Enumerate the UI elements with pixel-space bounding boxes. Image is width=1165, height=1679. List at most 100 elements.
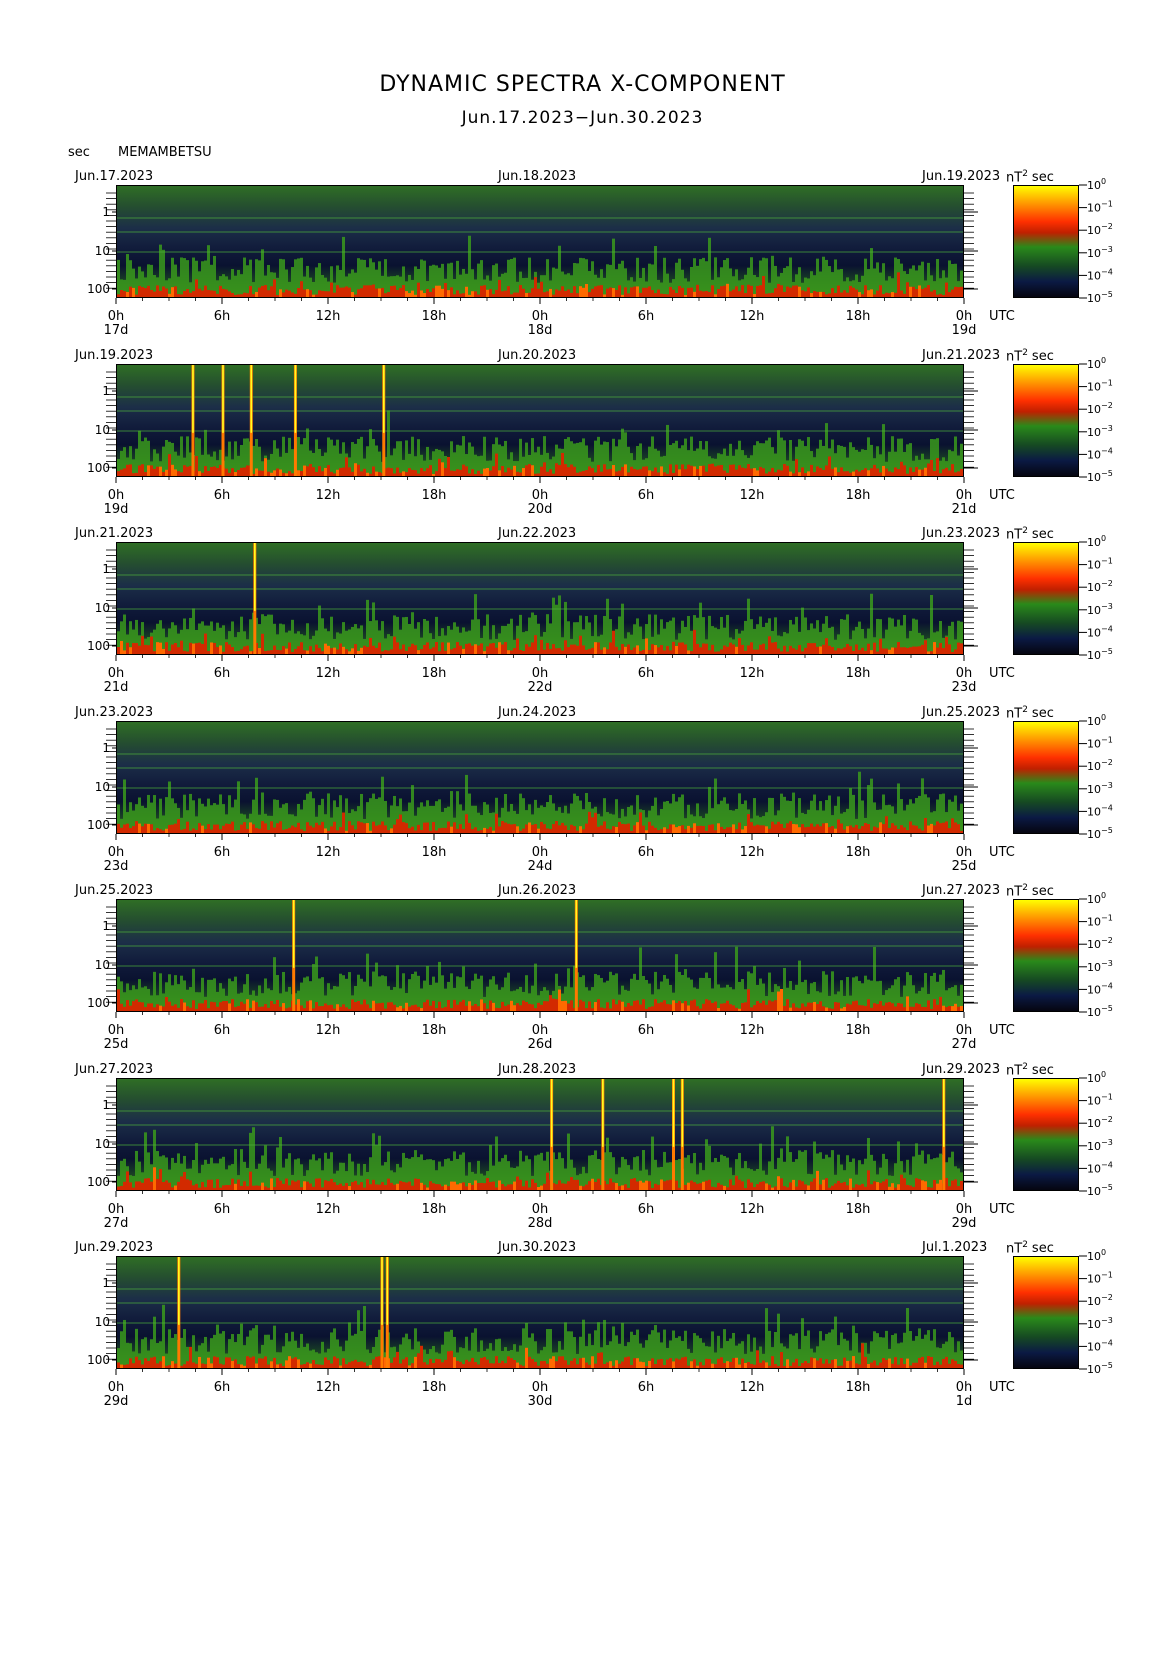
colorbar-tick-label: 10−5: [1087, 290, 1113, 305]
colorbar-tick-label: 100: [1087, 177, 1106, 192]
day-label: 25d: [104, 1037, 129, 1052]
colorbar-tick-exp: −1: [1101, 200, 1113, 209]
x-tick-label: 18h: [422, 1202, 447, 1217]
station-name: MEMAMBETSU: [118, 145, 212, 160]
day-label: 27d: [104, 1216, 129, 1231]
colorbar-tick-base: 10: [1087, 1072, 1101, 1085]
colorbar-tick-base: 10: [1087, 202, 1101, 215]
colorbar-tick-label: 10−4: [1087, 981, 1113, 996]
x-tick-label: 6h: [214, 1202, 231, 1217]
colorbar-tick-base: 10: [1087, 224, 1101, 237]
colorbar-tick-exp: −1: [1101, 1093, 1113, 1102]
colorbar-tick-base: 10: [1087, 604, 1101, 617]
colorbar-tick-exp: 0: [1101, 177, 1106, 186]
colorbar-tick-base: 10: [1087, 559, 1101, 572]
y-tick-label: 1: [102, 562, 110, 576]
colorbar-tick-exp: −5: [1101, 1183, 1113, 1192]
colorbar-tick-exp: 0: [1101, 1248, 1106, 1257]
colorbar-tick-base: 10: [1087, 358, 1101, 371]
colorbar-tick-exp: −3: [1101, 245, 1113, 254]
chart-subtitle: Jun.17.2023−Jun.30.2023: [461, 108, 704, 128]
colorbar-tick-base: 10: [1087, 247, 1101, 260]
colorbar-tick-label: 10−2: [1087, 401, 1113, 416]
colorbar-tick-base: 10: [1087, 179, 1101, 192]
colorbar-tick-label: 10−1: [1087, 736, 1113, 751]
colorbar-tick-base: 10: [1087, 581, 1101, 594]
colorbar-tick-exp: −4: [1101, 803, 1113, 812]
colorbar-tick-exp: 0: [1101, 534, 1106, 543]
y-tick-label: 100: [87, 461, 110, 475]
spectrogram-panel: Jun.17.2023 Jun.18.2023 Jun.19.2023 nT2 sec 1…: [0, 170, 1165, 350]
colorbar-tick-exp: 0: [1101, 356, 1106, 365]
x-tick-label: 6h: [638, 309, 655, 324]
colorbar-tick-label: 10−5: [1087, 826, 1113, 841]
y-tick-label: 10: [95, 1137, 110, 1151]
day-label: 30d: [528, 1394, 553, 1409]
spectrogram-panel: Jun.23.2023 Jun.24.2023 Jun.25.2023 nT2 sec 1…: [0, 706, 1165, 886]
colorbar-tick-exp: −3: [1101, 602, 1113, 611]
colorbar-tick-label: 10−4: [1087, 267, 1113, 282]
colorbar-tick-base: 10: [1087, 1185, 1101, 1198]
x-tick-label: 0h: [532, 1023, 549, 1038]
colorbar-tick-label: 10−2: [1087, 222, 1113, 237]
colorbar-tick-label: 10−4: [1087, 624, 1113, 639]
x-tick-label: 0h: [532, 309, 549, 324]
x-tick-label: 6h: [214, 845, 231, 860]
axes-svg: 1101000h 6h 12h 18h 0h 6h 12h 18h 0h UTC21d 22d 23d…: [87, 534, 1113, 695]
spectrogram-panel: Jun.21.2023 Jun.22.2023 Jun.23.2023 nT2 sec 1…: [0, 527, 1165, 707]
colorbar-tick-exp: −5: [1101, 1004, 1113, 1013]
x-tick-label: 0h: [108, 1023, 125, 1038]
y-tick-label: 10: [95, 958, 110, 972]
x-unit-label: UTC: [989, 666, 1015, 681]
colorbar-tick-exp: −2: [1101, 758, 1113, 767]
colorbar-tick-exp: 0: [1101, 891, 1106, 900]
x-tick-label: 6h: [214, 309, 231, 324]
colorbar-tick-label: 10−2: [1087, 1293, 1113, 1308]
x-tick-label: 18h: [846, 666, 871, 681]
x-unit-label: UTC: [989, 1202, 1015, 1217]
colorbar-tick-label: 100: [1087, 713, 1106, 728]
x-unit-label: UTC: [989, 1380, 1015, 1395]
x-tick-label: 18h: [846, 1380, 871, 1395]
axes-svg: 1101000h 6h 12h 18h 0h 6h 12h 18h 0h UTC27d 28d 29d…: [87, 1070, 1113, 1231]
colorbar: [1013, 899, 1079, 1012]
colorbar-tick-label: 10−3: [1087, 602, 1113, 617]
x-tick-label: 18h: [422, 845, 447, 860]
day-label: 23d: [104, 859, 129, 874]
colorbar-tick-base: 10: [1087, 1363, 1101, 1376]
colorbar-tick-label: 10−4: [1087, 446, 1113, 461]
x-tick-label: 12h: [740, 1202, 765, 1217]
colorbar-tick-label: 10−5: [1087, 1004, 1113, 1019]
x-tick-label: 6h: [638, 1023, 655, 1038]
x-tick-label: 0h: [108, 666, 125, 681]
day-label: 27d: [952, 1037, 977, 1052]
colorbar-tick-label: 10−2: [1087, 1115, 1113, 1130]
colorbar: [1013, 542, 1079, 655]
x-tick-label: 12h: [316, 488, 341, 503]
colorbar-tick-label: 10−1: [1087, 200, 1113, 215]
x-tick-label: 18h: [422, 488, 447, 503]
colorbar-tick-label: 10−1: [1087, 1093, 1113, 1108]
y-tick-label: 100: [87, 818, 110, 832]
colorbar-tick-base: 10: [1087, 893, 1101, 906]
colorbar-tick-label: 10−2: [1087, 936, 1113, 951]
y-tick-label: 100: [87, 1353, 110, 1367]
colorbar-tick-label: 10−3: [1087, 959, 1113, 974]
colorbar-tick-base: 10: [1087, 292, 1101, 305]
colorbar: [1013, 185, 1079, 298]
colorbar-tick-label: 10−3: [1087, 781, 1113, 796]
colorbar-tick-exp: −3: [1101, 1138, 1113, 1147]
x-tick-label: 18h: [846, 845, 871, 860]
colorbar-tick-base: 10: [1087, 536, 1101, 549]
axes-svg: 1101000h 6h 12h 18h 0h 6h 12h 18h 0h UTC17d 18d 19d…: [87, 177, 1113, 338]
y-unit-label: sec: [68, 145, 90, 160]
colorbar-tick-base: 10: [1087, 961, 1101, 974]
colorbar-tick-exp: −4: [1101, 981, 1113, 990]
colorbar-tick-label: 10−1: [1087, 557, 1113, 572]
colorbar-tick-base: 10: [1087, 1162, 1101, 1175]
x-tick-label: 0h: [956, 1023, 973, 1038]
y-tick-label: 10: [95, 423, 110, 437]
x-tick-label: 18h: [846, 1023, 871, 1038]
x-tick-label: 0h: [108, 845, 125, 860]
x-tick-label: 0h: [108, 309, 125, 324]
